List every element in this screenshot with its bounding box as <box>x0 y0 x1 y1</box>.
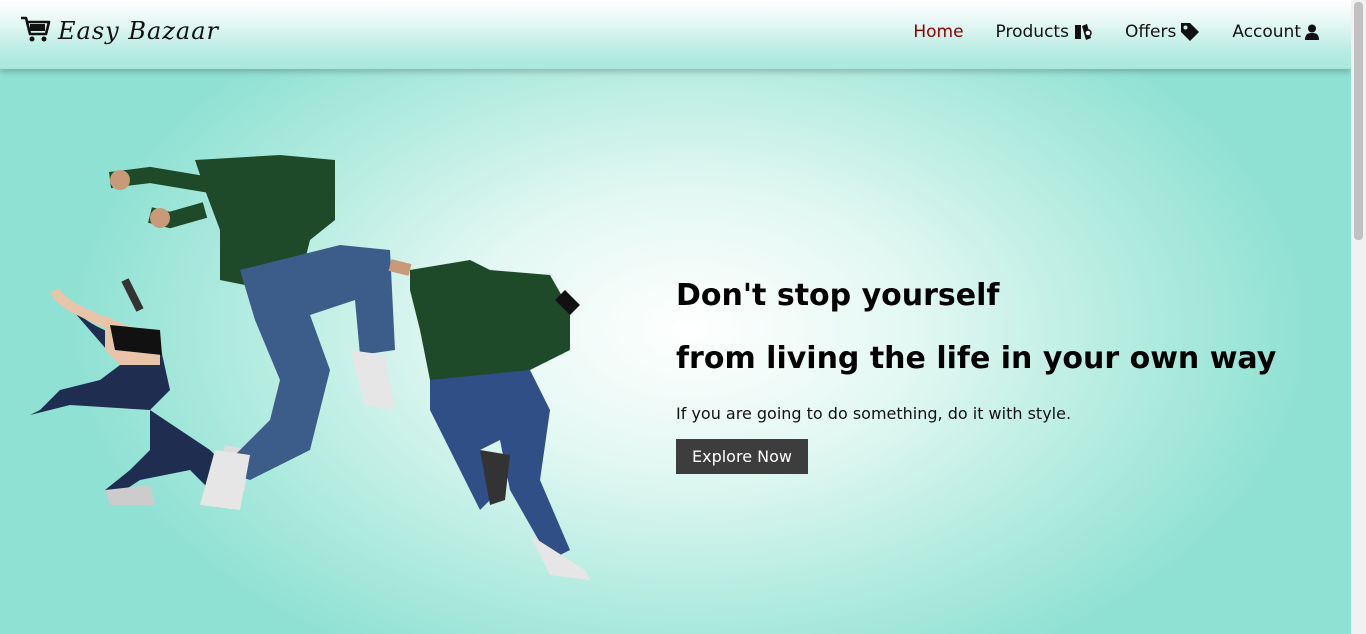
page: Easy Bazaar Home Products Offers Account… <box>0 0 1351 634</box>
nav-home[interactable]: Home <box>913 22 963 42</box>
brand-name: Easy Bazaar <box>58 17 220 45</box>
navbar: Easy Bazaar Home Products Offers Account <box>0 0 1351 69</box>
nav-offers-label: Offers <box>1124 22 1177 42</box>
hero-image-dancers <box>10 150 600 590</box>
shopping-cart-icon <box>20 14 52 48</box>
scrollbar-thumb[interactable] <box>1354 2 1363 240</box>
products-icon <box>1073 23 1093 41</box>
dancer-right-figure <box>388 259 590 580</box>
tag-icon <box>1180 22 1200 42</box>
hero-content: Don't stop yourself from living the life… <box>676 276 1316 474</box>
nav-products-label: Products <box>995 22 1069 42</box>
user-icon <box>1305 24 1319 40</box>
brand-logo[interactable]: Easy Bazaar <box>20 14 219 48</box>
nav-account-label: Account <box>1232 22 1301 42</box>
hero-heading-line1: Don't stop yourself <box>676 278 1000 313</box>
nav-home-label: Home <box>913 22 964 42</box>
nav-account[interactable]: Account <box>1232 22 1319 42</box>
vertical-scrollbar[interactable] <box>1351 0 1366 634</box>
nav-offers[interactable]: Offers <box>1125 22 1200 42</box>
main-nav: Home Products Offers Account <box>913 22 1319 42</box>
hero-heading-line2: from living the life in your own way <box>676 341 1277 376</box>
nav-products[interactable]: Products <box>996 22 1093 42</box>
explore-now-button[interactable]: Explore Now <box>676 439 808 474</box>
hero-subtitle: If you are going to do something, do it … <box>676 404 1072 423</box>
